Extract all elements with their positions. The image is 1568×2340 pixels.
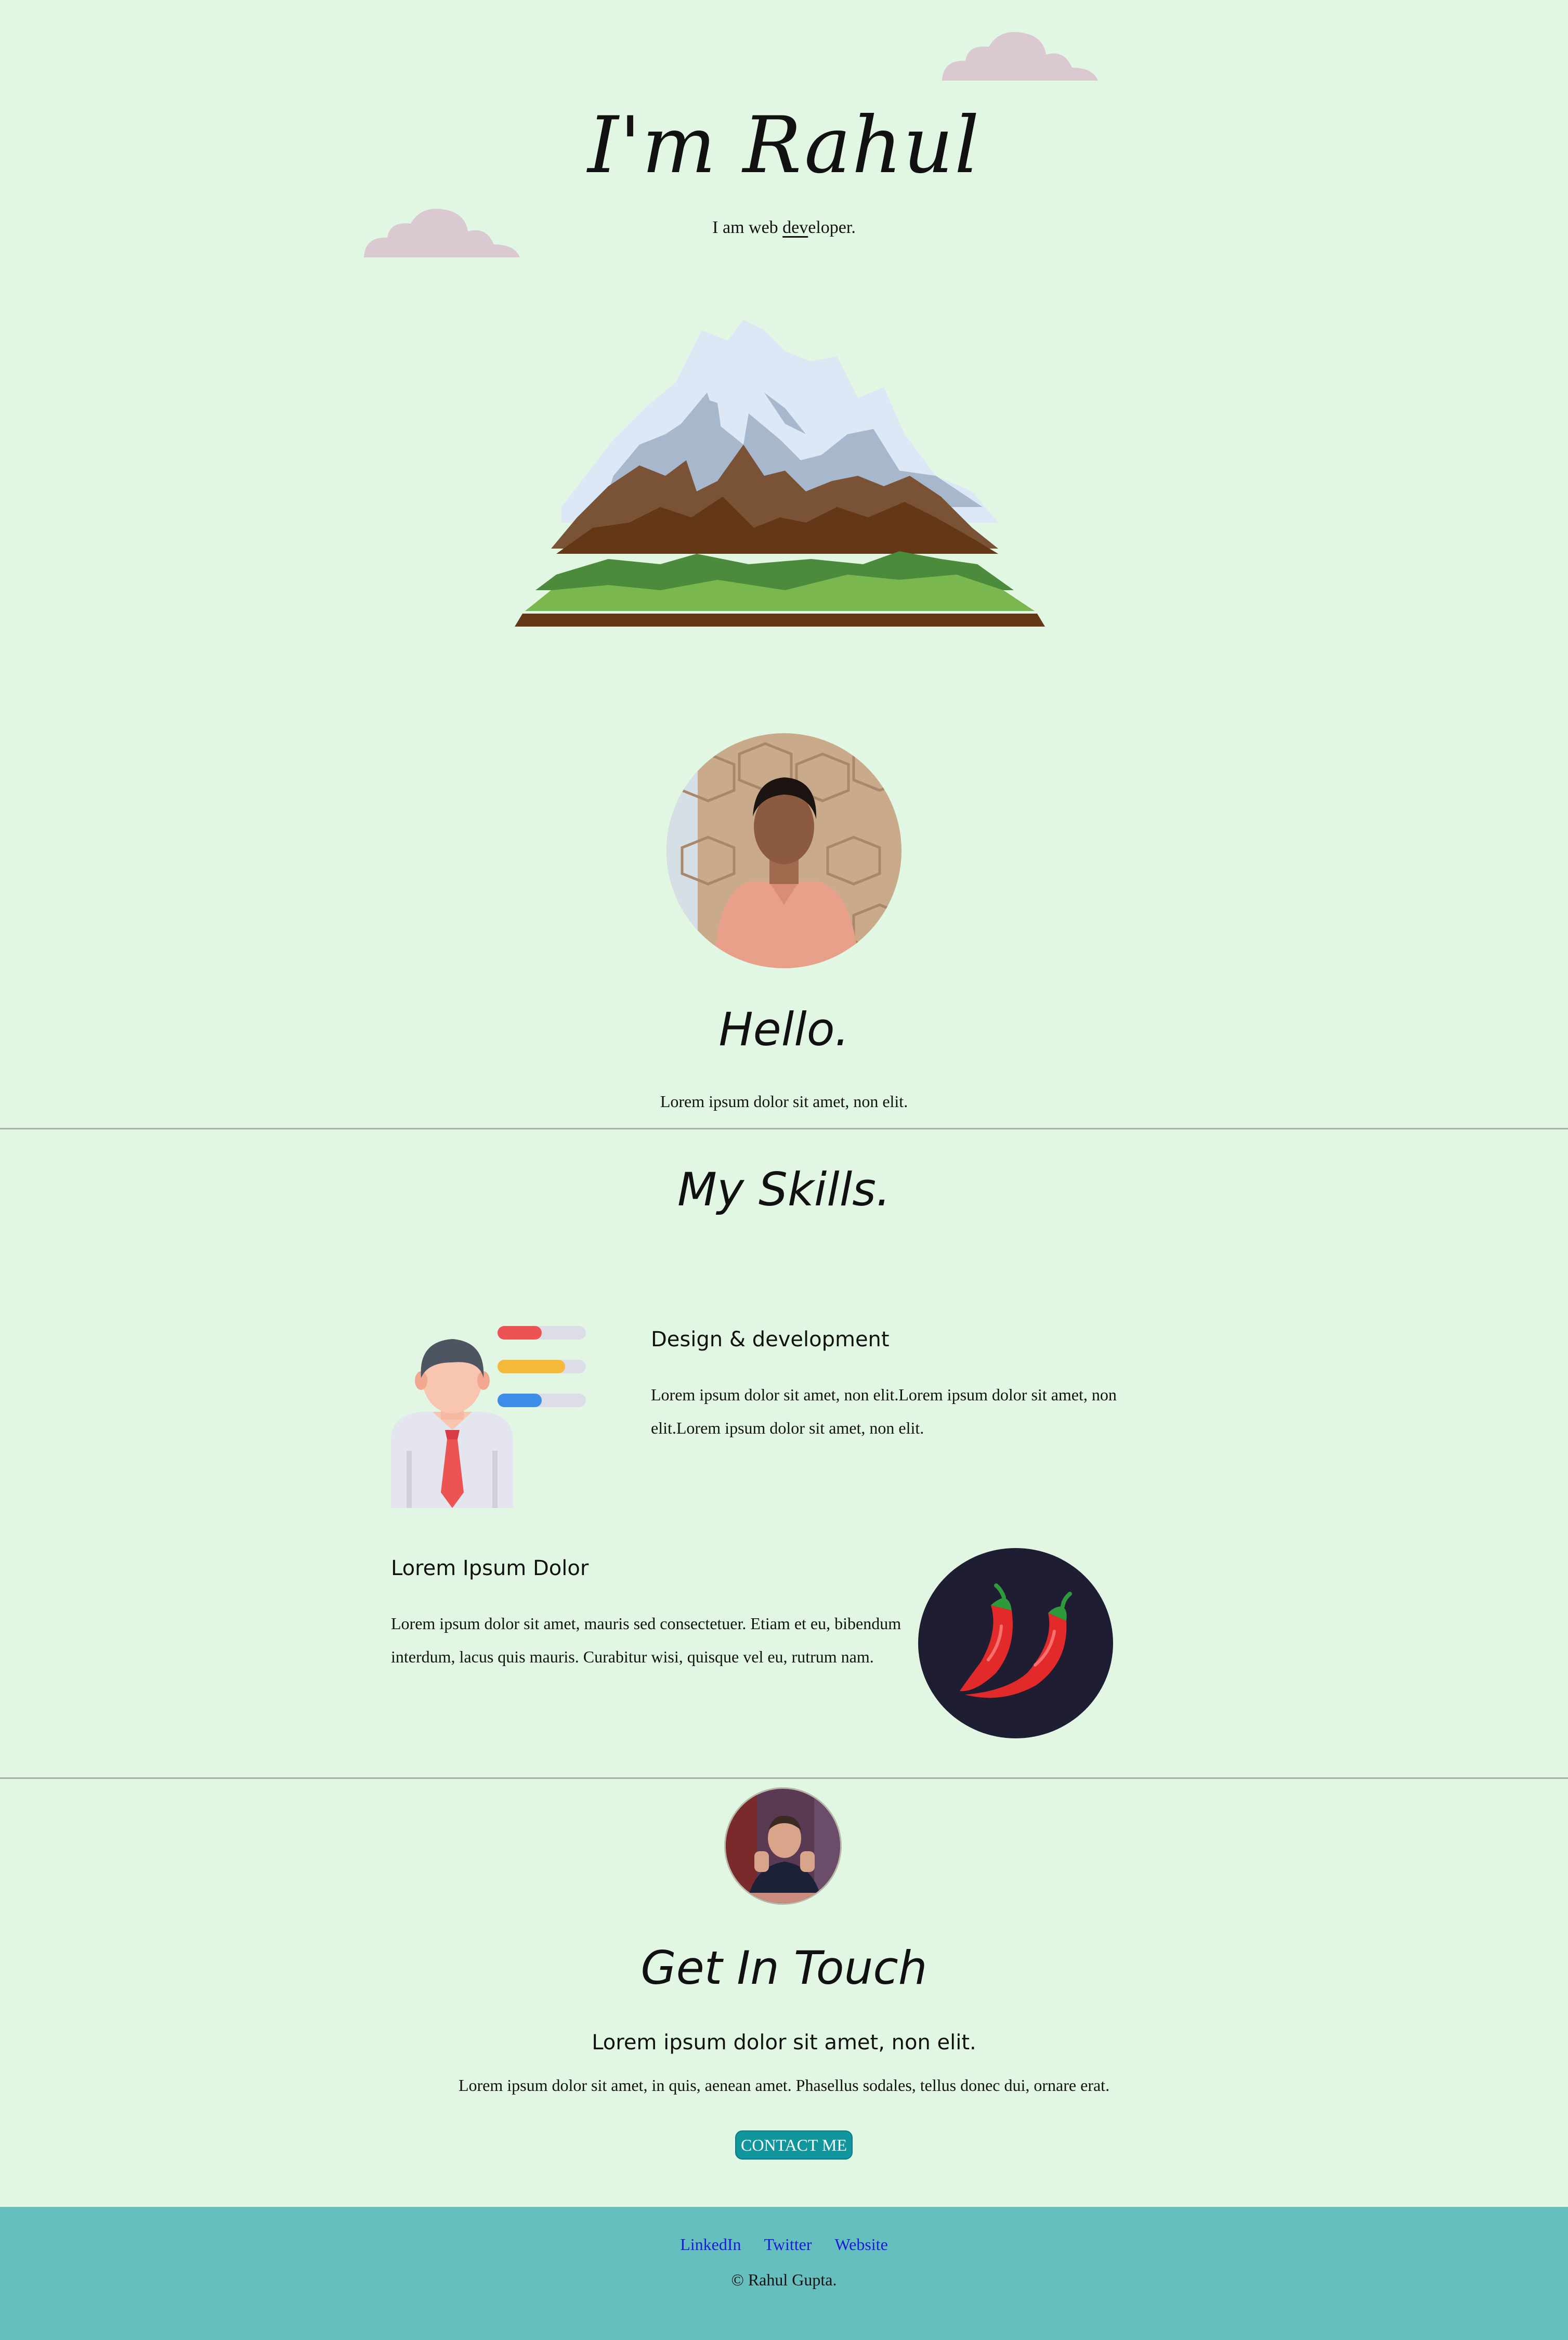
linkedin-link[interactable]: LinkedIn <box>680 2235 741 2254</box>
subtitle-text: I am web <box>712 218 783 237</box>
hero-subtitle: I am web developer. <box>0 215 1568 240</box>
contact-subheading: Lorem ipsum dolor sit amet, non elit. <box>592 2031 976 2055</box>
twitter-link[interactable]: Twitter <box>764 2235 812 2254</box>
contact-avatar <box>724 1787 842 1905</box>
contact-heading: Get In Touch <box>641 1941 927 1995</box>
cloud-icon <box>942 32 1098 81</box>
skills-heading: My Skills. <box>677 1163 891 1216</box>
mountain-illustration <box>515 320 1045 627</box>
hero-title: I'm Rahul <box>587 100 981 191</box>
contact-me-button[interactable]: CONTACT ME <box>735 2130 853 2160</box>
chili-illustration <box>918 1548 1113 1738</box>
footer-links: LinkedIn Twitter Website <box>0 2233 1568 2256</box>
section-divider <box>0 1128 1568 1129</box>
about-text: Lorem ipsum dolor sit amet, non elit. <box>660 1092 908 1111</box>
footer: LinkedIn Twitter Website © Rahul Gupta. <box>0 2207 1568 2340</box>
skill-text: Lorem ipsum dolor sit amet, mauris sed c… <box>391 1614 901 1666</box>
profile-photo <box>667 733 901 968</box>
subtitle-underlined-text: dev <box>782 218 808 237</box>
website-link[interactable]: Website <box>834 2235 887 2254</box>
skills-person-illustration <box>391 1326 586 1508</box>
about-heading: Hello. <box>718 1003 850 1056</box>
skill-title: Design & development <box>651 1328 890 1351</box>
section-divider <box>0 1777 1568 1779</box>
skill-title: Lorem Ipsum Dolor <box>391 1556 589 1580</box>
contact-text: Lorem ipsum dolor sit amet, in quis, aen… <box>458 2076 1110 2095</box>
copyright-text: © Rahul Gupta. <box>731 2270 837 2289</box>
subtitle-text-end: eloper. <box>808 218 856 237</box>
skill-text: Lorem ipsum dolor sit amet, non elit.Lor… <box>651 1385 1117 1437</box>
